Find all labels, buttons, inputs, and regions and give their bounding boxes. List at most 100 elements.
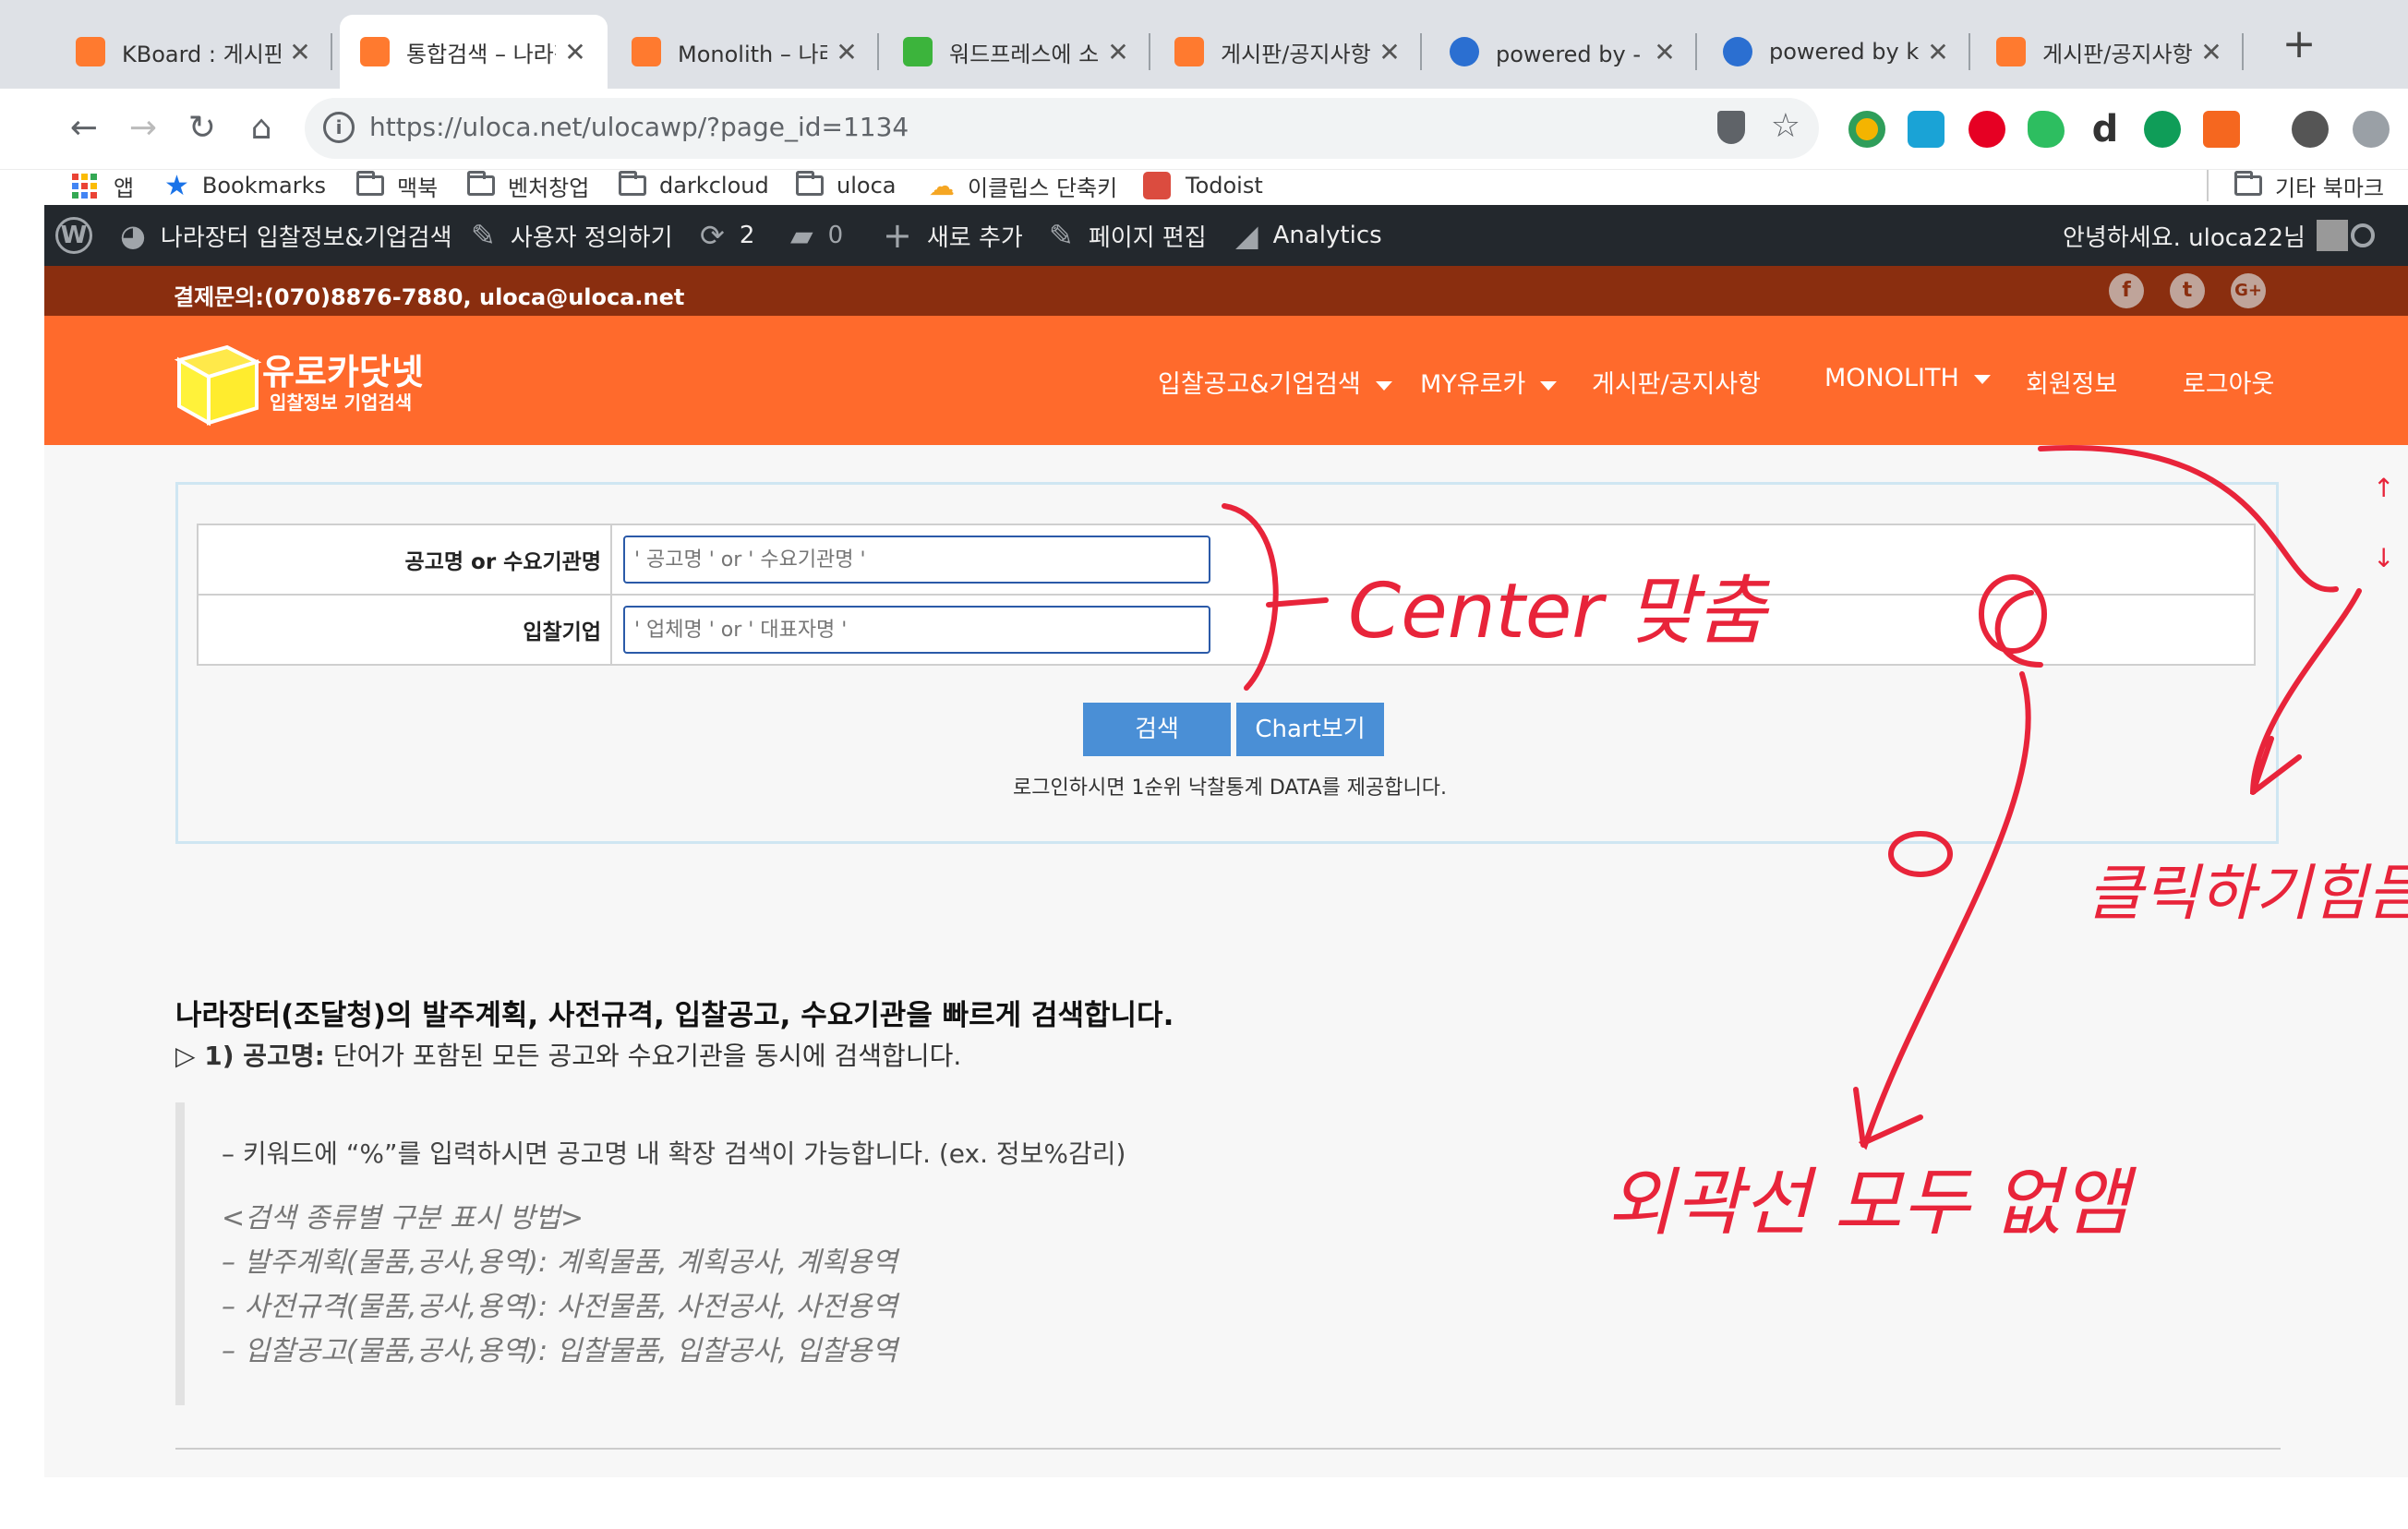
close-tab-icon[interactable]: ✕ xyxy=(288,37,312,67)
bookmark-folder[interactable]: 벤처창업 xyxy=(467,170,589,201)
home-icon[interactable]: ⌂ xyxy=(238,105,284,151)
tab-divider xyxy=(1149,33,1150,70)
bookmark-other[interactable]: 기타 북마크 xyxy=(2234,170,2384,201)
browser-tab[interactable]: 게시판/공지사항 – ✕ xyxy=(1154,15,1422,89)
reload-icon[interactable]: ↻ xyxy=(179,105,225,151)
extension-ex-icon[interactable] xyxy=(2203,111,2240,148)
subheading-prefix: ▷ 1) 공고명: xyxy=(175,1041,325,1071)
wp-customize[interactable]: ✎ 사용자 정의하기 xyxy=(471,205,673,266)
extension-d-icon[interactable]: d xyxy=(2087,111,2124,148)
extension-icon[interactable] xyxy=(1908,111,1944,148)
wp-updates[interactable]: ⟳ 2 xyxy=(700,205,754,266)
company-field-cell xyxy=(610,594,2256,666)
browser-tab[interactable]: powered by - 즈 ✕ xyxy=(1429,15,1697,89)
chevron-down-icon xyxy=(1973,374,1991,384)
facebook-icon[interactable]: f xyxy=(2109,273,2144,308)
menu-label: 게시판/공지사항 xyxy=(1592,370,1761,399)
shield-icon[interactable] xyxy=(1717,111,1745,144)
wp-new-content[interactable]: + 새로 추가 xyxy=(883,205,1023,266)
browser-tab[interactable]: 게시판/공지사항 – ✕ xyxy=(1976,15,2244,89)
tab-title: KBoard : 게시판 xyxy=(122,41,281,67)
logo-title[interactable]: 유로카닷넷 xyxy=(262,343,424,394)
browser-tab-active[interactable]: 통합검색 – 나라장 ✕ xyxy=(340,15,608,89)
browser-tab[interactable]: powered by kb ✕ xyxy=(1703,15,1970,89)
tab-divider xyxy=(1695,33,1697,70)
close-tab-icon[interactable]: ✕ xyxy=(2199,37,2223,67)
wp-analytics-label: Analytics xyxy=(1272,222,1382,249)
bookmark-folder[interactable]: darkcloud xyxy=(619,170,769,201)
page-content: 공고명 or 수요기관명 입찰기업 검색 Chart보기 로그인하시면 1순위 … xyxy=(44,445,2408,1477)
search-table: 공고명 or 수요기관명 입찰기업 xyxy=(197,524,2256,666)
close-tab-icon[interactable]: ✕ xyxy=(1926,37,1950,67)
forward-icon[interactable]: → xyxy=(120,105,166,151)
bookmark-folder[interactable]: uloca xyxy=(796,170,896,201)
bookmark-apps[interactable]: 앱 xyxy=(72,170,134,201)
close-tab-icon[interactable]: ✕ xyxy=(835,37,859,67)
quote-item: – 입찰공고(물품,공사,용역): 입찰물품, 입찰공사, 입찰용역 xyxy=(222,1335,898,1367)
menu-logout[interactable]: 로그아웃 xyxy=(2183,364,2274,400)
bookmark-label: Todoist xyxy=(1186,173,1263,199)
menu-bid-search[interactable]: 입찰공고&기업검색 xyxy=(1158,364,1392,400)
wp-analytics[interactable]: ◢ Analytics xyxy=(1235,205,1382,266)
close-tab-icon[interactable]: ✕ xyxy=(1106,37,1130,67)
logo-cube-icon[interactable] xyxy=(174,334,262,427)
comments-count: 0 xyxy=(827,222,844,249)
wp-site-name[interactable]: ◕ 나라장터 입찰정보&기업검색 xyxy=(120,205,452,266)
wp-customize-label: 사용자 정의하기 xyxy=(510,223,673,252)
extension-icon[interactable] xyxy=(1848,111,1885,148)
wordpress-icon: W xyxy=(55,217,92,254)
wp-account[interactable]: 안녕하세요. uloca22님 xyxy=(2063,205,2348,266)
notice-field-label: 공고명 or 수요기관명 xyxy=(197,524,612,596)
notice-search-input[interactable] xyxy=(623,536,1210,584)
company-search-input[interactable] xyxy=(623,606,1210,654)
twitter-icon[interactable]: t xyxy=(2170,273,2205,308)
quote-item: – 발주계획(물품,공사,용역): 계획물품, 계획공사, 계획용역 xyxy=(222,1246,898,1279)
wp-edit-page[interactable]: ✎ 페이지 편집 xyxy=(1049,205,1207,266)
company-field-label: 입찰기업 xyxy=(197,594,612,666)
bookmark-label: 이클립스 단축키 xyxy=(968,175,1118,201)
close-tab-icon[interactable]: ✕ xyxy=(563,37,587,67)
bookmark-star-icon[interactable]: ☆ xyxy=(1771,107,1800,145)
close-tab-icon[interactable]: ✕ xyxy=(1653,37,1677,67)
menu-board[interactable]: 게시판/공지사항 xyxy=(1592,364,1761,400)
bookmark-eclipse[interactable]: ☁ 이클립스 단축키 xyxy=(929,170,1117,201)
tab-favicon-icon xyxy=(76,37,105,66)
wp-comments[interactable]: ▰ 0 xyxy=(790,205,843,266)
extension-icon[interactable] xyxy=(2144,111,2181,148)
wordpress-logo-icon[interactable]: W xyxy=(55,205,92,266)
site-info-icon[interactable]: i xyxy=(323,112,355,143)
menu-label: 입찰공고&기업검색 xyxy=(1158,370,1361,399)
bookmark-folder[interactable]: 맥북 xyxy=(356,170,438,201)
new-tab-button[interactable]: + xyxy=(2271,20,2327,67)
google-plus-icon[interactable]: G+ xyxy=(2231,273,2266,308)
folder-icon xyxy=(467,171,495,196)
chart-view-button[interactable]: Chart보기 xyxy=(1236,703,1384,756)
browser-tab[interactable]: KBoard : 게시판 ✕ xyxy=(55,15,332,89)
update-icon[interactable] xyxy=(2353,111,2390,148)
browser-tab[interactable]: 워드프레스에 소설 ✕ xyxy=(883,15,1150,89)
back-icon[interactable]: ← xyxy=(61,105,107,151)
browser-toolbar: ← → ↻ ⌂ i https://uloca.net/ulocawp/?pag… xyxy=(0,89,2408,170)
url-text[interactable]: https://uloca.net/ulocawp/?page_id=1134 xyxy=(369,112,909,142)
profile-avatar[interactable] xyxy=(2292,111,2329,148)
site-topbar: 결제문의:(070)8876-7880, uloca@uloca.net f t… xyxy=(44,266,2408,316)
search-icon[interactable] xyxy=(2351,205,2375,266)
menu-my-uloca[interactable]: MY유로카 xyxy=(1420,364,1558,400)
chart-icon: ◢ xyxy=(1235,218,1258,253)
bookmark-divider xyxy=(2207,170,2209,201)
search-button[interactable]: 검색 xyxy=(1083,703,1231,756)
bookmark-todoist[interactable]: Todoist xyxy=(1143,170,1263,201)
menu-member-info[interactable]: 회원정보 xyxy=(2026,364,2117,400)
evernote-icon[interactable] xyxy=(2028,111,2065,148)
browser-tab[interactable]: Monolith – 나라 ✕ xyxy=(611,15,879,89)
chevron-down-icon xyxy=(1375,380,1392,391)
close-tab-icon[interactable]: ✕ xyxy=(1378,37,1402,67)
tab-divider xyxy=(877,33,879,70)
menu-monolith[interactable]: MONOLITH xyxy=(1824,364,1991,392)
bookmark-bookmarks[interactable]: ★ Bookmarks xyxy=(164,169,326,202)
pinterest-icon[interactable] xyxy=(1969,111,2005,148)
address-bar[interactable]: i https://uloca.net/ulocawp/?page_id=113… xyxy=(305,98,1819,159)
tab-title: 게시판/공지사항 – xyxy=(1221,41,1370,67)
tab-favicon-icon xyxy=(360,37,390,66)
star-icon: ★ xyxy=(164,169,189,202)
